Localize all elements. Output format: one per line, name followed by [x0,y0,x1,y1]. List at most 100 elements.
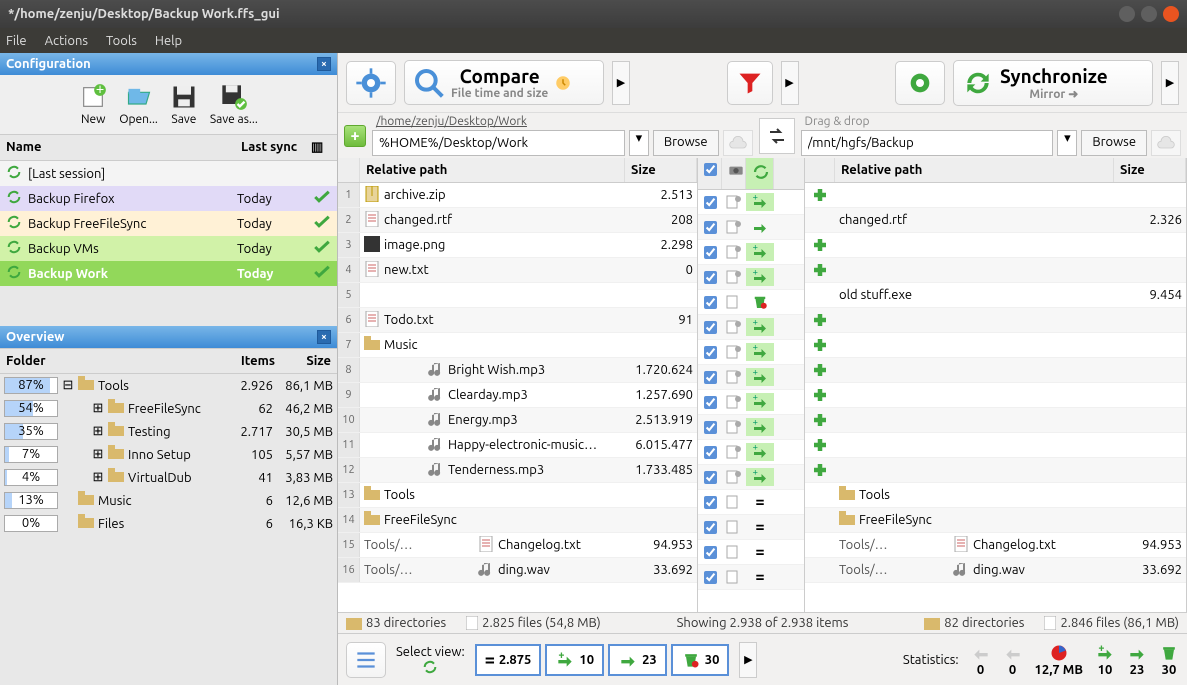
row-checkbox[interactable] [704,496,717,509]
config-item[interactable]: Backup FreeFileSyncToday [0,211,337,236]
table-row[interactable]: + [698,365,804,390]
table-row[interactable]: 9Clearday.mp31.257.690 [338,383,697,408]
table-row[interactable] [805,258,1186,283]
row-checkbox[interactable] [704,196,717,209]
view-equal-button[interactable]: =2.875 [475,644,542,676]
table-row[interactable] [805,408,1186,433]
menu-help[interactable]: Help [155,34,182,48]
left-cloud-button[interactable] [723,130,753,156]
action-icon[interactable]: + [746,243,774,261]
sync-menu-arrow[interactable]: ▶ [1161,61,1179,105]
row-checkbox[interactable] [704,221,717,234]
table-row[interactable]: = [698,565,804,590]
row-checkbox[interactable] [704,271,717,284]
action-icon[interactable]: + [746,318,774,336]
table-row[interactable] [805,183,1186,208]
action-icon[interactable]: + [746,268,774,286]
save-button[interactable]: Save [166,81,202,128]
filter-menu-arrow[interactable]: ▶ [781,61,799,105]
table-row[interactable] [805,358,1186,383]
table-row[interactable]: + [698,390,804,415]
table-row[interactable]: 16Tools/…ding.wav33.692 [338,558,697,583]
table-row[interactable]: 11Happy-electronic-music…6.015.477 [338,433,697,458]
saveas-button[interactable]: Save as... [206,81,262,128]
left-path-dropdown[interactable]: ▾ [629,130,649,156]
row-checkbox[interactable] [704,471,717,484]
overview-row[interactable]: 87%⊟Tools2.92686,1 MB [0,374,337,397]
table-row[interactable]: 10Energy.mp32.513.919 [338,408,697,433]
row-checkbox[interactable] [704,446,717,459]
view-delete-button[interactable]: 30 [671,644,730,676]
table-row[interactable]: FreeFileSync [805,508,1186,533]
table-row[interactable]: old stuff.exe9.454 [805,283,1186,308]
view-more-arrow[interactable]: ▶ [739,642,757,678]
left-browse-button[interactable]: Browse [653,130,719,156]
row-checkbox[interactable] [704,371,717,384]
table-row[interactable]: = [698,490,804,515]
table-row[interactable]: 3image.png2.298 [338,233,697,258]
right-cloud-button[interactable] [1151,130,1181,156]
table-row[interactable]: 1archive.zip2.513 [338,183,697,208]
table-row[interactable]: 13Tools [338,483,697,508]
config-item[interactable]: [Last session] [0,161,337,186]
table-row[interactable]: 7Music [338,333,697,358]
left-path-input[interactable] [372,130,625,156]
maximize-button[interactable] [1141,6,1157,22]
table-row[interactable]: 12Tenderness.mp31.733.485 [338,458,697,483]
row-checkbox[interactable] [704,321,717,334]
table-row[interactable] [698,215,804,240]
config-item[interactable]: Backup FirefoxToday [0,186,337,211]
action-icon[interactable]: + [746,443,774,461]
table-row[interactable]: + [698,190,804,215]
table-row[interactable]: = [698,540,804,565]
table-row[interactable]: + [698,340,804,365]
row-checkbox[interactable] [704,421,717,434]
expander[interactable]: ⊞ [92,447,104,462]
table-row[interactable]: Tools/…Changelog.txt94.953 [805,533,1186,558]
synchronize-button[interactable]: SynchronizeMirror ➜ [953,60,1153,106]
config-item[interactable]: Backup WorkToday [0,261,337,286]
overview-panel-close[interactable]: × [317,330,331,344]
config-panel-close[interactable]: × [317,57,331,71]
action-icon[interactable]: = [746,493,774,511]
close-button[interactable] [1163,6,1179,22]
action-icon[interactable]: + [746,193,774,211]
table-row[interactable] [805,308,1186,333]
action-icon[interactable]: + [746,468,774,486]
action-icon[interactable]: + [746,368,774,386]
menu-tools[interactable]: Tools [106,34,137,48]
table-row[interactable]: + [698,440,804,465]
row-checkbox[interactable] [704,346,717,359]
overview-row[interactable]: 0%Files616,3 KB [0,512,337,535]
sync-settings-button[interactable] [895,61,945,105]
action-icon[interactable] [746,293,774,311]
table-row[interactable] [805,458,1186,483]
table-row[interactable] [805,433,1186,458]
view-update-button[interactable]: 23 [608,644,667,676]
row-checkbox[interactable] [704,396,717,409]
action-icon[interactable]: = [746,568,774,586]
left-path-link[interactable]: /home/zenju/Desktop/Work [372,115,753,128]
table-row[interactable]: 14FreeFileSync [338,508,697,533]
overview-row[interactable]: 35%⊞Testing2.71730,5 MB [0,420,337,443]
right-path-dropdown[interactable]: ▾ [1057,130,1077,156]
table-row[interactable] [698,290,804,315]
compare-button[interactable]: CompareFile time and size [404,60,604,105]
table-row[interactable]: + [698,415,804,440]
action-icon[interactable]: + [746,393,774,411]
row-checkbox[interactable] [704,521,717,534]
open-button[interactable]: Open... [115,81,162,128]
table-row[interactable] [805,383,1186,408]
table-row[interactable]: = [698,515,804,540]
compare-menu-arrow[interactable]: ▶ [612,61,630,105]
new-button[interactable]: + New [75,81,111,128]
overview-row[interactable]: 54%⊞FreeFileSync6246,2 MB [0,397,337,420]
expander[interactable]: ⊞ [92,401,104,416]
table-row[interactable] [805,233,1186,258]
action-icon[interactable]: + [746,343,774,361]
table-row[interactable]: Tools [805,483,1186,508]
row-checkbox[interactable] [704,546,717,559]
table-row[interactable]: Tools/…ding.wav33.692 [805,558,1186,583]
view-create-button[interactable]: +10 [545,644,604,676]
minimize-button[interactable] [1119,6,1135,22]
